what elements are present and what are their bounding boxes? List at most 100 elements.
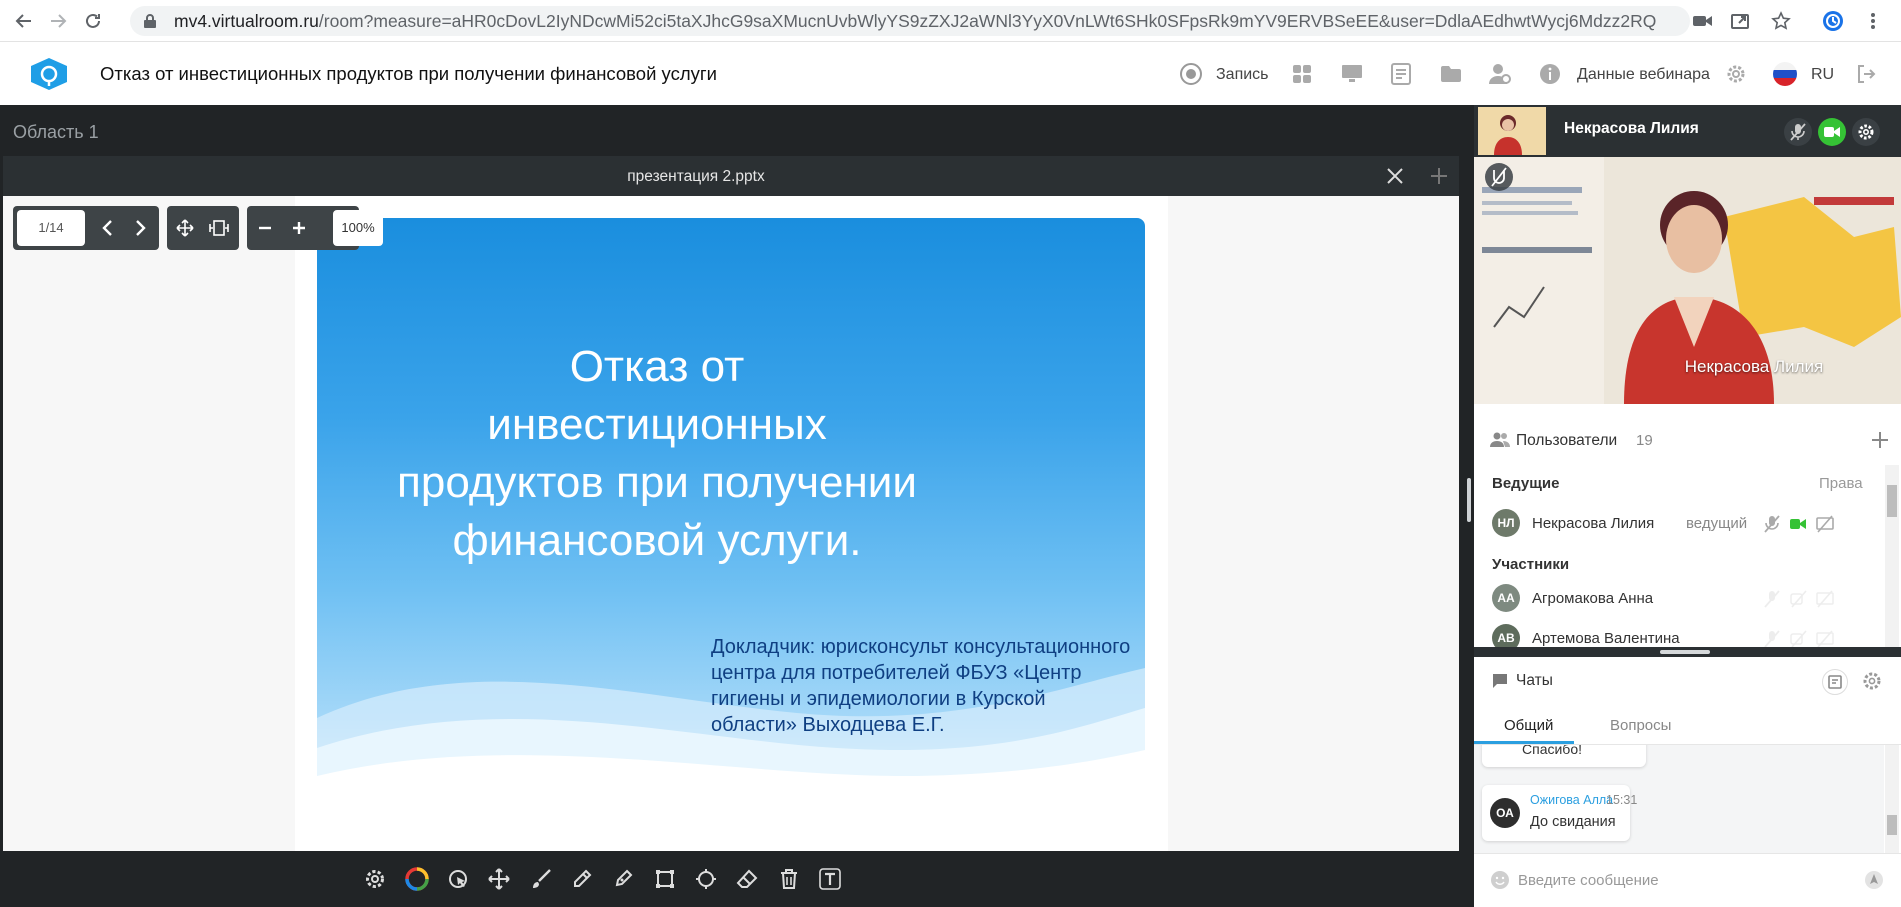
zoom-value[interactable]: 100% <box>333 210 383 246</box>
layout-icon[interactable] <box>1288 60 1316 88</box>
users-scrollbar-thumb[interactable] <box>1887 485 1897 517</box>
close-icon[interactable] <box>1385 166 1405 186</box>
avatar: ОА <box>1490 798 1520 828</box>
chat-message: Спасибо! <box>1482 745 1646 767</box>
record-label[interactable]: Запись <box>1216 66 1269 84</box>
emoji-icon[interactable] <box>1490 870 1510 890</box>
back-icon[interactable] <box>11 8 37 34</box>
screen-share-icon[interactable] <box>1338 60 1366 88</box>
forward-icon[interactable] <box>45 8 71 34</box>
browser-toolbar: mv4.virtualroom.ru/room?measure=aHR0cDov… <box>0 0 1901 42</box>
host-screen-off-icon[interactable] <box>1816 515 1834 533</box>
mic-muted-icon[interactable] <box>1784 118 1812 146</box>
users-count: 19 <box>1636 432 1653 449</box>
presenter-name: Некрасова Лилия <box>1564 120 1699 137</box>
host-mic-muted-icon[interactable] <box>1764 515 1780 533</box>
language-label[interactable]: RU <box>1811 66 1834 84</box>
message-text: Спасибо! <box>1522 745 1582 757</box>
text-tool-icon[interactable] <box>816 865 844 893</box>
page-input[interactable]: 1/14 <box>17 210 85 246</box>
eraser-tool-icon[interactable] <box>733 865 761 893</box>
brush-tool-icon[interactable] <box>527 865 555 893</box>
host-row[interactable]: НЛ Некрасова Лилия ведущий <box>1492 509 1882 539</box>
participant-row[interactable]: АА Агромакова Анна <box>1492 584 1882 614</box>
chat-bubble-icon <box>1492 673 1508 689</box>
drawing-toolbar <box>0 851 1466 907</box>
participant-camera-off-icon <box>1790 630 1808 648</box>
presenter-thumbnail <box>1478 107 1546 155</box>
record-icon[interactable] <box>1177 60 1205 88</box>
users-header: Пользователи 19 <box>1474 416 1901 464</box>
prev-page-icon[interactable] <box>89 210 125 246</box>
chat-scrollbar-thumb[interactable] <box>1887 815 1897 835</box>
users-title: Пользователи <box>1516 432 1618 449</box>
host-name: Некрасова Лилия <box>1532 515 1655 532</box>
url-text: mv4.virtualroom.ru/room?measure=aHR0cDov… <box>174 11 1657 31</box>
app-header: Отказ от инвестиционных продуктов при по… <box>0 43 1901 105</box>
info-icon[interactable] <box>1536 60 1564 88</box>
chats-header: Чаты <box>1474 657 1901 705</box>
chat-settings-gear-icon[interactable] <box>1862 671 1882 691</box>
camera-blocked-icon[interactable] <box>1692 10 1714 32</box>
trash-icon[interactable] <box>775 865 803 893</box>
tab-general[interactable]: Общий <box>1504 717 1553 734</box>
avatar: НЛ <box>1492 509 1520 537</box>
pencil-tool-icon[interactable] <box>568 865 596 893</box>
host-camera-on-icon[interactable] <box>1790 518 1806 530</box>
color-picker-icon[interactable] <box>403 865 431 893</box>
add-user-icon[interactable] <box>1870 430 1890 450</box>
menu-icon[interactable] <box>1862 10 1884 32</box>
page-navigation-toolbar: 1/14 <box>13 206 159 250</box>
zoom-in-icon[interactable] <box>281 210 317 246</box>
fit-width-icon[interactable] <box>201 210 237 246</box>
video-header: Некрасова Лилия <box>1474 105 1901 157</box>
user-settings-icon[interactable] <box>1486 60 1514 88</box>
tab-questions[interactable]: Вопросы <box>1610 717 1671 734</box>
slide-page: Отказ от инвестиционных продуктов при по… <box>295 196 1168 852</box>
webinar-data-label[interactable]: Данные вебинара <box>1577 66 1710 84</box>
message-author[interactable]: Ожигова Алла <box>1530 793 1613 807</box>
folder-icon[interactable] <box>1437 60 1465 88</box>
fit-page-icon[interactable] <box>167 210 203 246</box>
marker-tool-icon[interactable] <box>609 865 637 893</box>
reload-icon[interactable] <box>80 8 106 34</box>
area-label: Область 1 <box>13 122 99 142</box>
move-tool-icon[interactable] <box>485 865 513 893</box>
russian-flag-icon[interactable] <box>1771 60 1799 88</box>
document-icon[interactable] <box>1387 60 1415 88</box>
ellipse-tool-icon[interactable] <box>692 865 720 893</box>
bookmark-star-icon[interactable] <box>1770 10 1792 32</box>
logo-icon[interactable] <box>28 56 70 92</box>
camera-on-icon[interactable] <box>1818 118 1846 146</box>
splitter-handle[interactable] <box>1467 478 1471 522</box>
users-scrollbar[interactable] <box>1885 465 1899 647</box>
divider-handle[interactable] <box>1660 650 1710 654</box>
add-icon[interactable] <box>1429 166 1449 186</box>
share-icon[interactable] <box>1730 10 1752 32</box>
chat-scrollbar[interactable] <box>1885 745 1899 853</box>
crop-shape-tool-icon[interactable] <box>651 865 679 893</box>
next-page-icon[interactable] <box>123 210 159 246</box>
zoom-out-icon[interactable] <box>247 210 283 246</box>
participants-label: Участники <box>1492 556 1570 573</box>
chat-input-bar: Введите сообщение <box>1474 853 1901 907</box>
video-settings-gear-icon[interactable] <box>1852 118 1880 146</box>
section-divider[interactable] <box>1474 647 1901 657</box>
exit-icon[interactable] <box>1852 60 1880 88</box>
rights-label[interactable]: Права <box>1819 475 1863 492</box>
chat-input[interactable]: Введите сообщение <box>1518 872 1659 889</box>
tool-settings-gear-icon[interactable] <box>361 865 389 893</box>
send-icon[interactable] <box>1864 870 1884 890</box>
chat-export-icon[interactable] <box>1822 669 1848 695</box>
settings-gear-icon[interactable] <box>1722 60 1750 88</box>
users-icon <box>1490 432 1510 448</box>
extension-icon[interactable] <box>1822 10 1844 32</box>
slide: Отказ от инвестиционных продуктов при по… <box>317 218 1145 788</box>
message-text: До свидания <box>1530 814 1616 830</box>
pointer-tool-icon[interactable] <box>444 865 472 893</box>
avatar: АА <box>1492 584 1520 612</box>
participant-screen-off-icon <box>1816 630 1834 648</box>
right-panel: Некрасова Лилия Некрасова Лилия Пользова… <box>1474 105 1901 907</box>
hosts-label: Ведущие <box>1492 475 1560 492</box>
video-name-overlay: Некрасова Лилия <box>1684 357 1824 376</box>
